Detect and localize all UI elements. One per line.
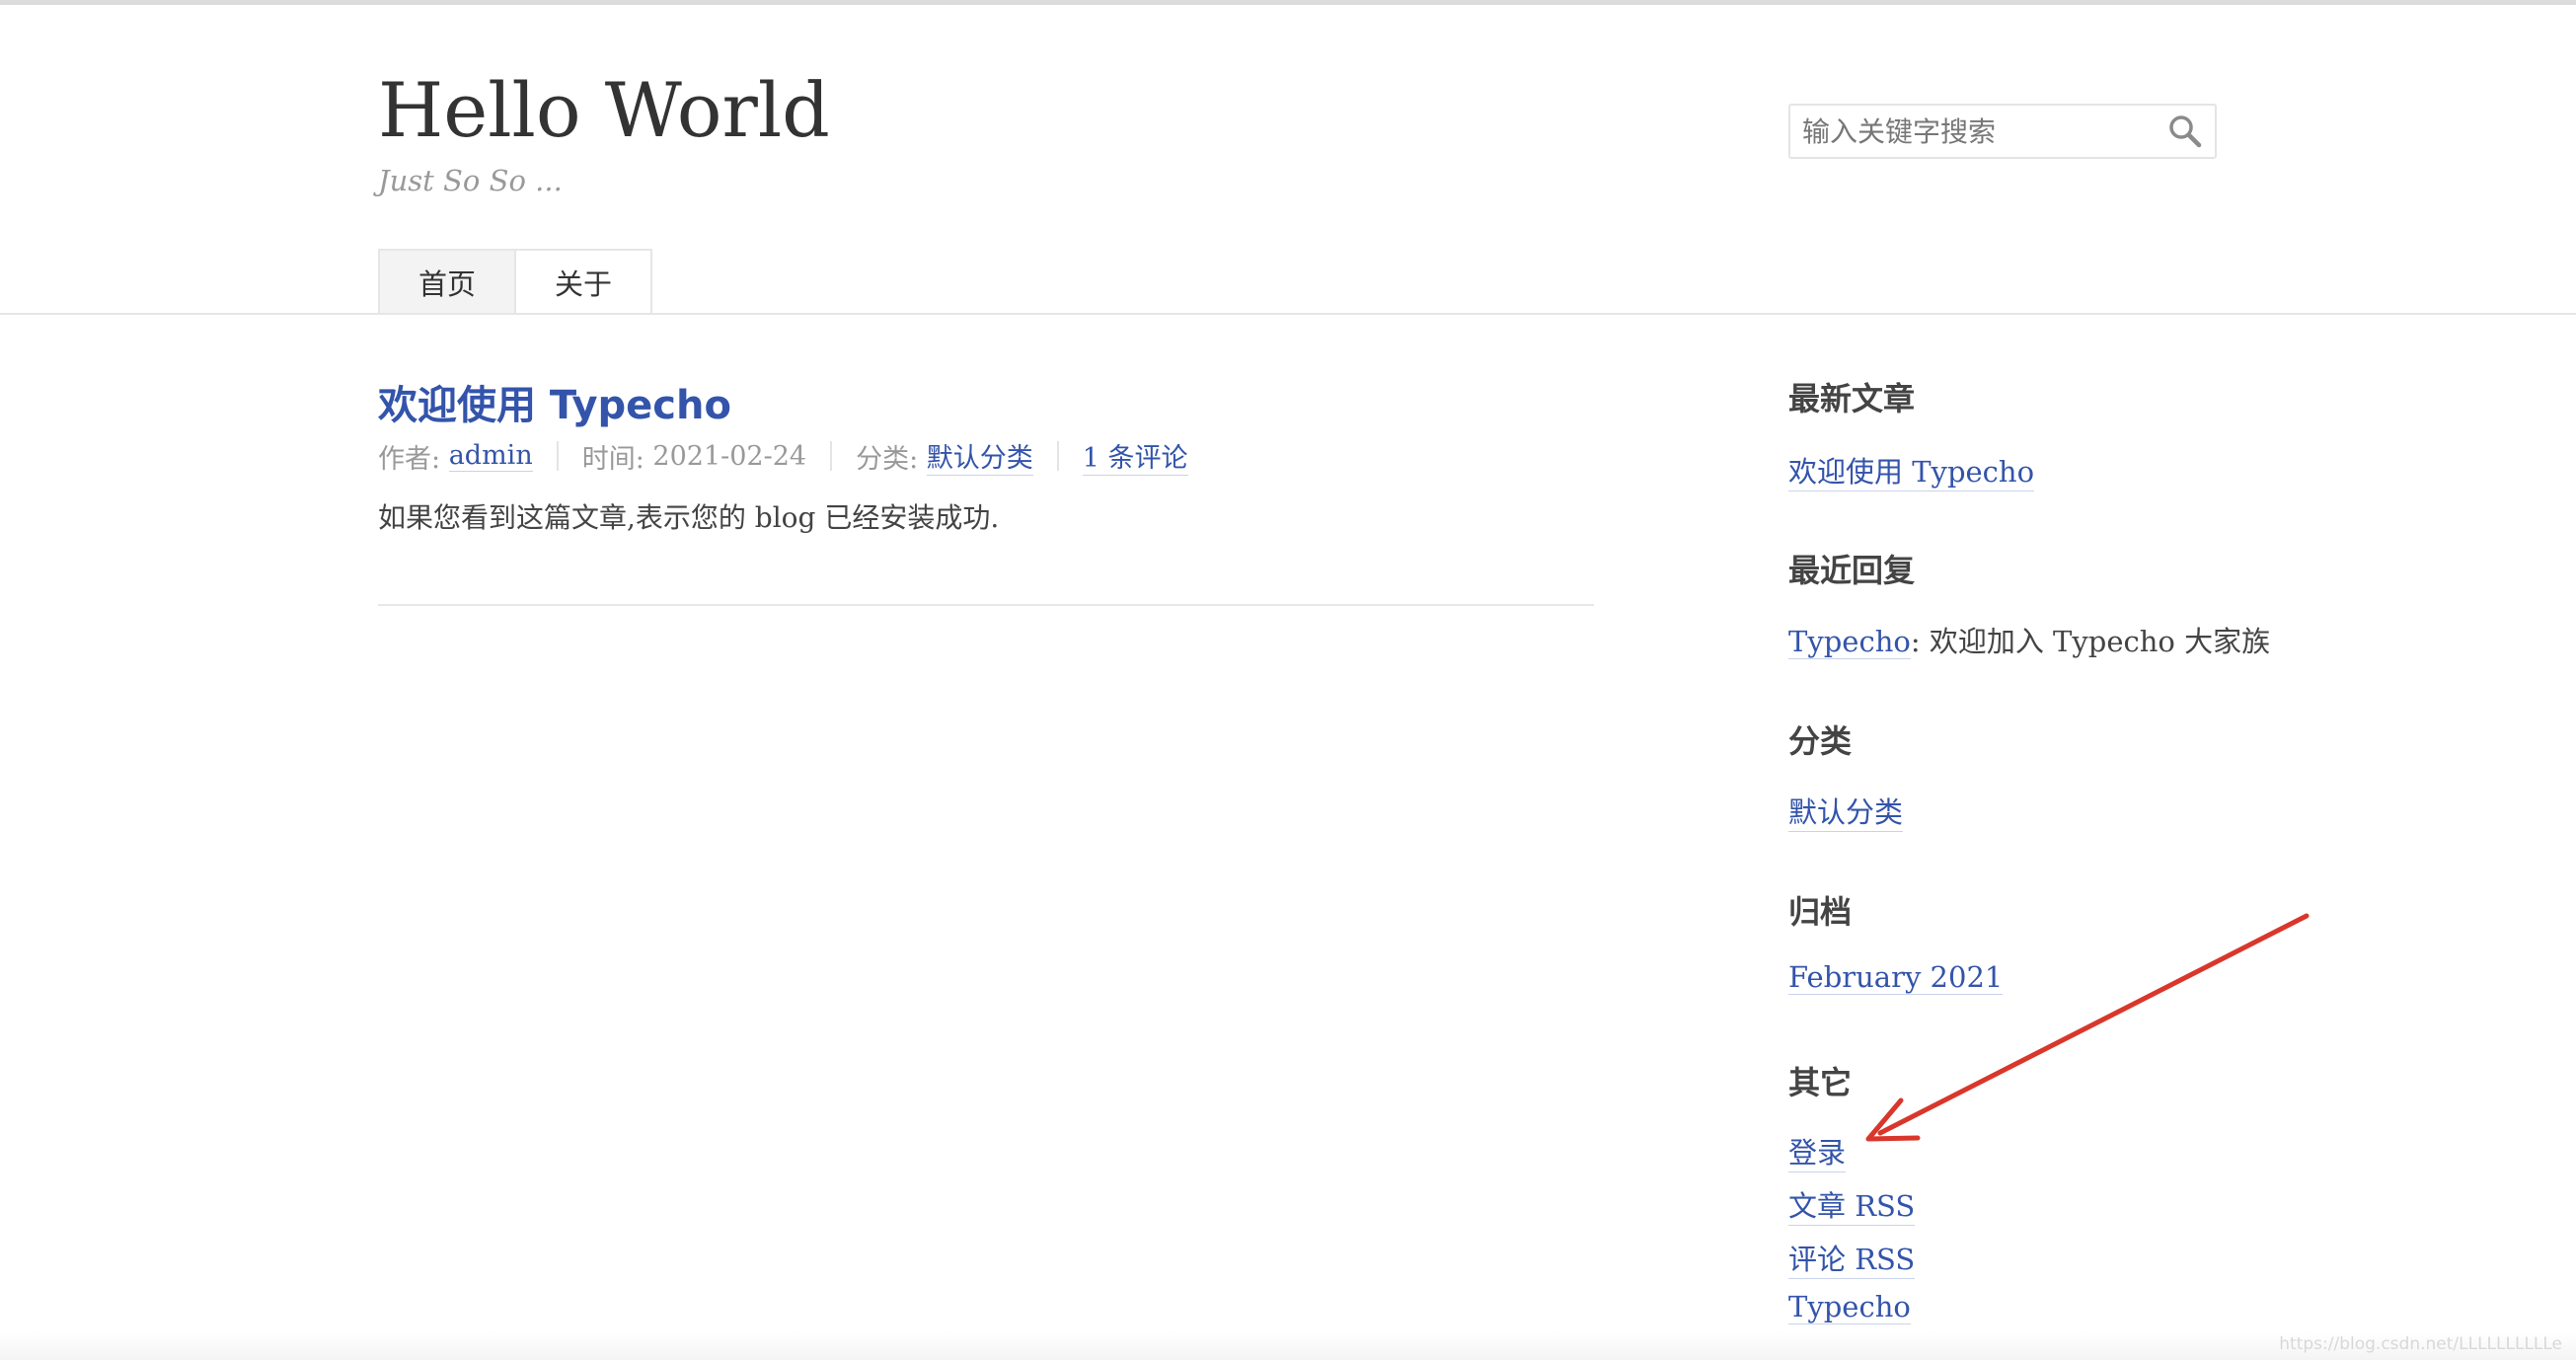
footer-fade xyxy=(0,1332,2576,1360)
annotation-arrow xyxy=(1865,913,2310,1142)
watermark: https://blog.csdn.net/LLLLLLLLLLe xyxy=(2279,1334,2562,1354)
